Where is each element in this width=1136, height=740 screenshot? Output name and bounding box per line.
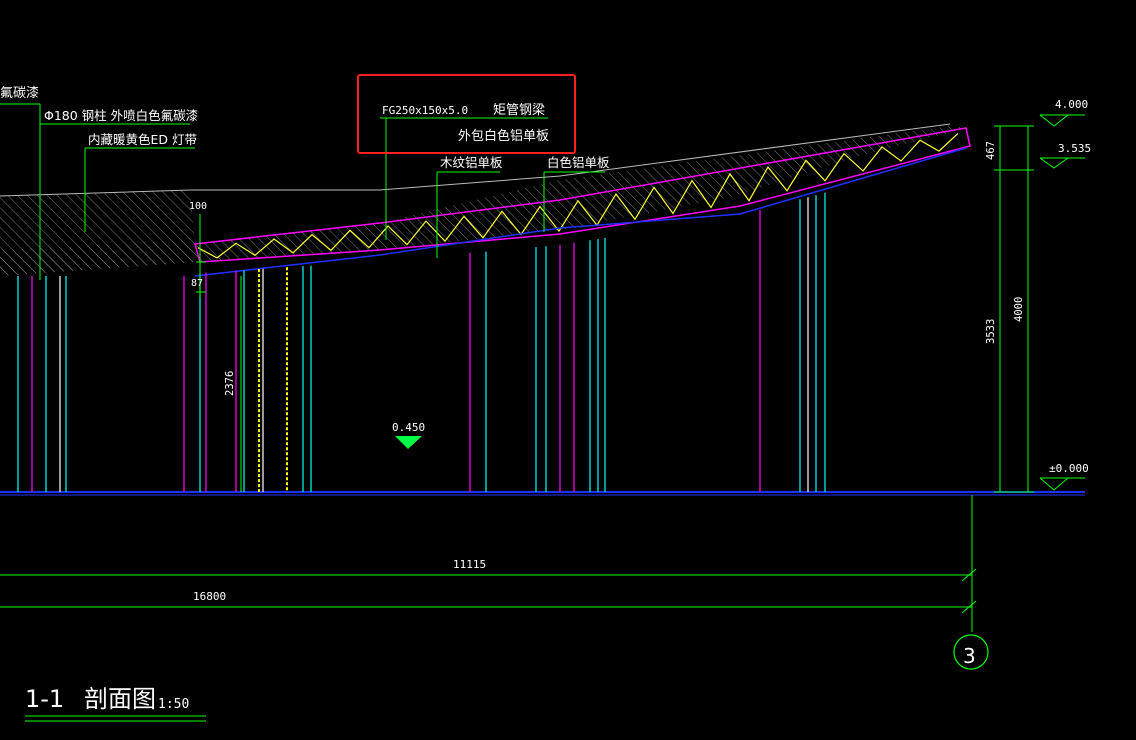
elev-floor: 0.450: [392, 421, 425, 434]
dims-bottom: [0, 495, 977, 632]
dim-467: 467: [985, 141, 997, 160]
section-title-id: 1-1: [25, 685, 64, 713]
dim-87: 87: [191, 278, 203, 289]
label-light-note: 内藏暖黄色ED 灯带: [88, 132, 197, 147]
dim-3533: 3533: [985, 319, 997, 344]
label-beam-cladding: 外包白色铝单板: [458, 128, 549, 144]
label-wood-panel: 木纹铝单板: [440, 155, 503, 170]
elev-top: 4.000: [1055, 98, 1088, 111]
dim-11115: 11115: [453, 558, 486, 571]
grid-axis-label: 3: [963, 644, 976, 668]
dim-4000: 4000: [1013, 297, 1025, 322]
label-beam-spec: FG250x150x5.0: [382, 104, 468, 117]
section-title-name: 剖面图: [84, 685, 156, 713]
elevation-markers: [1039, 114, 1085, 491]
dim-2376: 2376: [224, 371, 236, 396]
cad-drawing-canvas[interactable]: 氟碳漆 Φ180 钢柱 外喷白色氟碳漆 内藏暖黄色ED 灯带 FG250x150…: [0, 0, 1136, 740]
section-title-scale: 1:50: [158, 697, 189, 712]
elev-mid: 3.535: [1058, 142, 1091, 155]
label-top-left: 氟碳漆: [0, 85, 39, 101]
dim-16800: 16800: [193, 590, 226, 603]
section-drawing: 氟碳漆 Φ180 钢柱 外喷白色氟碳漆 内藏暖黄色ED 灯带 FG250x150…: [0, 74, 1091, 722]
label-white-panel: 白色铝单板: [547, 155, 610, 170]
label-column-note: Φ180 钢柱 外喷白色氟碳漆: [44, 108, 198, 123]
dim-100: 100: [189, 201, 207, 212]
floor-level-marker: [395, 436, 422, 449]
elev-ground: ±0.000: [1049, 462, 1089, 475]
label-beam-name: 矩管钢梁: [493, 103, 545, 118]
